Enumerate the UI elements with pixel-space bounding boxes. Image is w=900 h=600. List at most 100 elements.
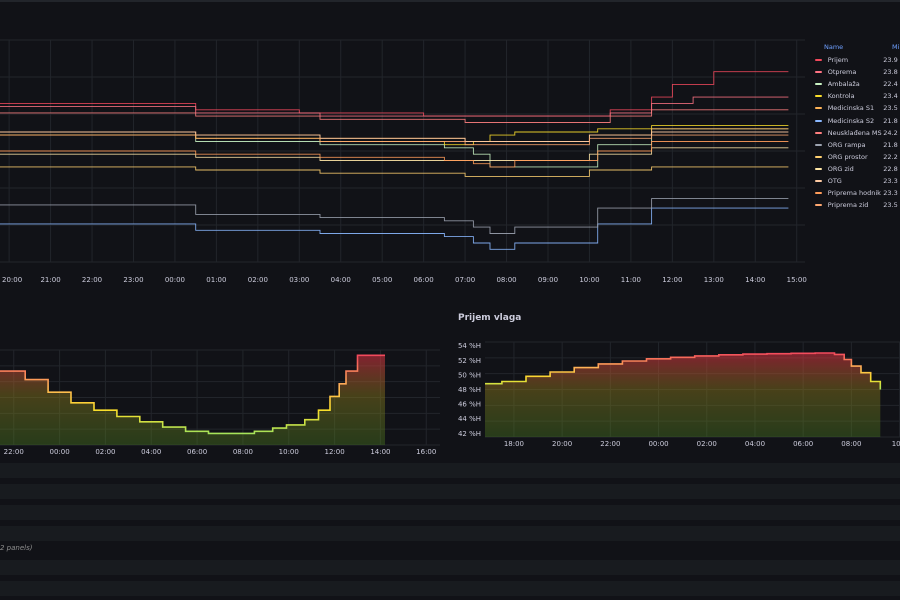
y-tick-label: 54 %H bbox=[458, 342, 481, 350]
legend-item[interactable]: OTG 23.3 ° bbox=[812, 175, 900, 187]
legend-item-value: 23.9 ° bbox=[883, 56, 900, 65]
x-tick-label: 15:00 bbox=[787, 276, 807, 284]
legend-item-value: 23.5 ° bbox=[883, 201, 900, 210]
legend-item[interactable]: Otprema 23.8 ° bbox=[812, 66, 900, 78]
x-tick-label: 04:00 bbox=[141, 448, 161, 456]
x-tick-label: 20:00 bbox=[552, 440, 572, 448]
x-tick-label: 20:00 bbox=[2, 276, 22, 284]
legend-item[interactable]: ORG zid 22.8 ° bbox=[812, 163, 900, 175]
x-tick-label: 02:00 bbox=[697, 440, 717, 448]
legend-item[interactable]: Neusklađena MS24.2 ° bbox=[812, 127, 900, 139]
legend-item[interactable]: Medicinska S2 21.8 ° bbox=[812, 114, 900, 126]
x-tick-label: 10:0 bbox=[892, 440, 900, 448]
legend-swatch bbox=[815, 167, 822, 170]
legend-header: Name Mi bbox=[812, 40, 900, 54]
legend-swatch bbox=[815, 83, 822, 86]
legend-item-value: 22.8 ° bbox=[883, 164, 900, 173]
legend-item-value: 22.2 ° bbox=[883, 152, 900, 161]
collapsed-row-5[interactable] bbox=[0, 560, 900, 575]
legend-item[interactable]: Prijem 23.9 ° bbox=[812, 54, 900, 66]
legend-swatch bbox=[815, 107, 822, 110]
legend-swatch bbox=[815, 59, 822, 62]
legend-item-value: 23.4 ° bbox=[883, 92, 900, 101]
y-tick-label: 52 %H bbox=[458, 357, 481, 365]
x-tick-label: 07:00 bbox=[455, 276, 475, 284]
x-tick-label: 02:00 bbox=[95, 448, 115, 456]
x-tick-label: 05:00 bbox=[372, 276, 392, 284]
legend-swatch bbox=[815, 179, 822, 182]
legend-item-name: Prijem bbox=[827, 56, 849, 65]
legend-item-name: ORG prostor bbox=[827, 152, 868, 161]
x-tick-label: 00:00 bbox=[49, 448, 69, 456]
legend-item-value: 23.3 ° bbox=[883, 176, 900, 185]
series-line bbox=[0, 134, 789, 146]
x-tick-label: 02:00 bbox=[248, 276, 268, 284]
x-tick-label: 23:00 bbox=[123, 276, 143, 284]
y-tick-label: 44 %H bbox=[458, 415, 481, 423]
legend-item-name: ORG zid bbox=[827, 164, 854, 173]
legend-item-name: Neusklađena MS bbox=[827, 128, 882, 137]
legend-item[interactable]: Priprema hodnik23.3 ° bbox=[812, 187, 900, 199]
x-tick-label: 00:00 bbox=[648, 440, 668, 448]
legend-item[interactable]: Kontrola 23.4 ° bbox=[812, 90, 900, 102]
x-tick-label: 12:00 bbox=[662, 276, 682, 284]
x-tick-label: 06:00 bbox=[414, 276, 434, 284]
collapsed-row-4[interactable] bbox=[0, 526, 900, 541]
temperature-legend: Name Mi Prijem 23.9 ° Otprema 23.8 °Ambalaž… bbox=[812, 40, 900, 211]
legend-item-value: 21.8 ° bbox=[883, 140, 900, 149]
legend-item-name: Priprema zid bbox=[827, 201, 869, 210]
x-tick-label: 21:00 bbox=[40, 276, 60, 284]
x-tick-label: 13:00 bbox=[704, 276, 724, 284]
legend-item-name: Priprema hodnik bbox=[827, 189, 881, 198]
x-tick-label: 14:00 bbox=[745, 276, 765, 284]
series-line bbox=[0, 166, 789, 177]
legend-item[interactable]: ORG rampa 21.8 ° bbox=[812, 139, 900, 151]
x-tick-label: 22:00 bbox=[4, 448, 24, 456]
legend-item-value: 23.8 ° bbox=[883, 68, 900, 77]
legend-item-name: Medicinska S2 bbox=[827, 116, 875, 125]
x-tick-label: 10:00 bbox=[279, 448, 299, 456]
x-tick-label: 18:00 bbox=[504, 440, 524, 448]
legend-swatch bbox=[815, 192, 822, 195]
x-tick-label: 06:00 bbox=[793, 440, 813, 448]
collapsed-row-2[interactable] bbox=[0, 484, 900, 499]
collapsed-row-hint: 2 panels) bbox=[0, 544, 33, 552]
y-tick-label: 50 %H bbox=[458, 371, 481, 379]
x-tick-label: 01:00 bbox=[206, 276, 226, 284]
x-tick-label: 11:00 bbox=[621, 276, 641, 284]
area-fill bbox=[485, 353, 881, 437]
collapsed-row-3[interactable] bbox=[0, 505, 900, 520]
collapsed-row-6[interactable] bbox=[0, 581, 900, 596]
series-line bbox=[0, 198, 789, 234]
y-tick-label: 46 %H bbox=[458, 401, 481, 409]
x-tick-label: 08:00 bbox=[841, 440, 861, 448]
series-line bbox=[0, 131, 789, 142]
x-tick-label: 08:00 bbox=[233, 448, 253, 456]
legend-header-name[interactable]: Name bbox=[812, 43, 892, 51]
collapsed-row-1[interactable] bbox=[0, 463, 900, 478]
legend-swatch bbox=[815, 95, 822, 98]
x-tick-label: 08:00 bbox=[496, 276, 516, 284]
legend-item-value: 21.8 ° bbox=[883, 116, 900, 125]
legend-item-value: 24.2 ° bbox=[883, 128, 900, 137]
legend-item[interactable]: Medicinska S1 23.5 ° bbox=[812, 102, 900, 114]
legend-swatch bbox=[815, 119, 822, 122]
legend-header-min[interactable]: Mi bbox=[892, 43, 899, 51]
legend-item-value: 22.4 ° bbox=[883, 80, 900, 89]
legend-item[interactable]: ORG prostor 22.2 ° bbox=[812, 151, 900, 163]
series-line bbox=[0, 147, 789, 161]
legend-swatch bbox=[815, 204, 822, 207]
legend-item-name: Medicinska S1 bbox=[827, 104, 875, 113]
legend-item[interactable]: Priprema zid 23.5 ° bbox=[812, 199, 900, 211]
legend-item-name: OTG bbox=[827, 176, 842, 185]
x-tick-label: 03:00 bbox=[289, 276, 309, 284]
x-tick-label: 00:00 bbox=[165, 276, 185, 284]
temperature-chart: 20:00 21:00 22:00 23:00 00:00 01:00 02:00 03:00… bbox=[0, 39, 807, 284]
legend-item-value: 23.5 ° bbox=[883, 104, 900, 113]
legend-swatch bbox=[815, 131, 822, 134]
x-tick-label: 09:00 bbox=[538, 276, 558, 284]
legend-item-name: Otprema bbox=[827, 68, 857, 77]
legend-item[interactable]: Ambalaža 22.4 ° bbox=[812, 78, 900, 90]
y-tick-label: 42 %H bbox=[458, 430, 481, 438]
legend-item-value: 23.3 ° bbox=[883, 189, 900, 198]
